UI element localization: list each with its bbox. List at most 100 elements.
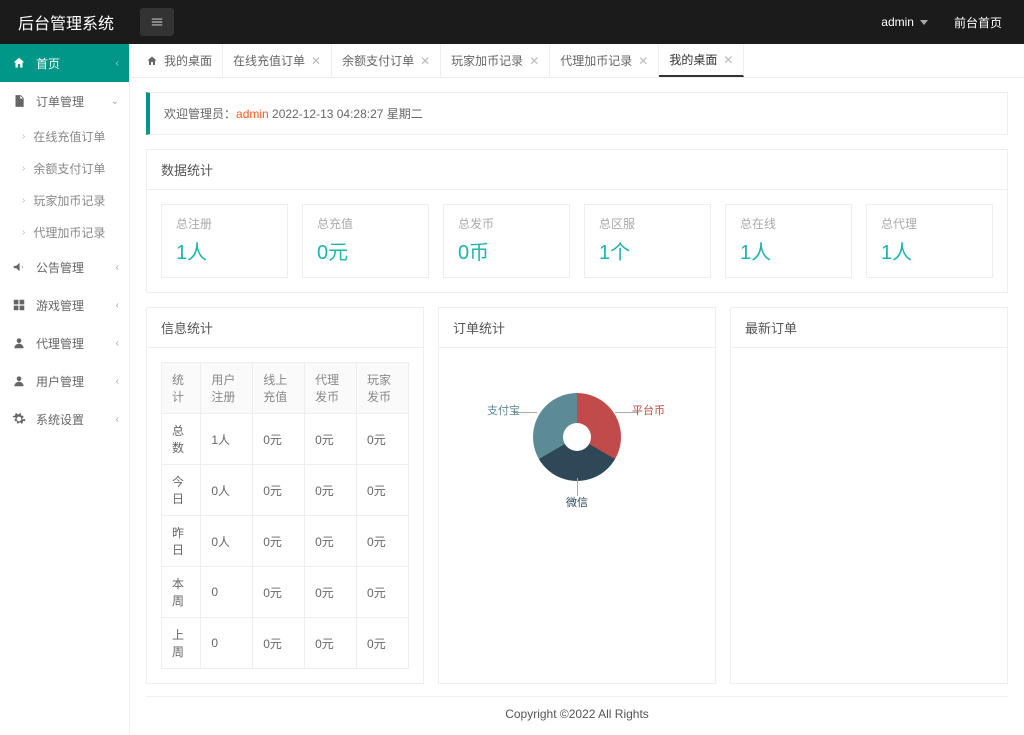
sidebar-item-1[interactable]: 订单管理 ⌄	[0, 82, 129, 120]
main-area: 我的桌面 在线充值订单 ✕ 余额支付订单 ✕ 玩家加币记录 ✕ 代理加币记录 ✕ 我的桌面 ✕ 欢迎…	[130, 44, 1024, 735]
welcome-prefix: 欢迎管理员：	[164, 107, 236, 121]
stat-card-4: 总在线1人	[725, 204, 852, 278]
chevron-left-icon: ‹	[116, 338, 119, 349]
latest-orders-body	[731, 348, 1007, 498]
tab-label: 代理加币记录	[560, 52, 632, 69]
close-icon[interactable]: ✕	[529, 54, 539, 68]
table-cell: 0元	[305, 618, 357, 669]
table-cell: 0元	[305, 414, 357, 465]
table-cell: 0人	[201, 465, 253, 516]
sidebar-item-0[interactable]: 首页 ‹	[0, 44, 129, 82]
sidebar-item-label: 首页	[36, 55, 60, 72]
table-cell: 0元	[357, 618, 409, 669]
user-icon	[12, 374, 26, 388]
sidebar-subitem-label: 在线充值订单	[33, 128, 105, 145]
chevron-left-icon: ‹	[116, 414, 119, 425]
table-cell: 0元	[253, 567, 305, 618]
chevron-right-icon: ›	[22, 163, 25, 174]
sidebar-item-3[interactable]: 游戏管理‹	[0, 286, 129, 324]
tab-3[interactable]: 玩家加币记录 ✕	[441, 44, 550, 77]
table-row: 昨日0人0元0元0元	[162, 516, 409, 567]
stat-cards-row: 总注册1人总充值0元总发币0币总区服1个总在线1人总代理1人	[161, 204, 993, 278]
chevron-left-icon: ‹	[116, 262, 119, 273]
table-cell: 0人	[201, 516, 253, 567]
tab-1[interactable]: 在线充值订单 ✕	[223, 44, 332, 77]
footer-copyright: Copyright ©2022 All Rights	[146, 696, 1008, 727]
sidebar-subitem-1-2[interactable]: ›玩家加币记录	[0, 184, 129, 216]
tab-label: 余额支付订单	[342, 52, 414, 69]
table-cell: 0元	[253, 414, 305, 465]
chevron-right-icon: ›	[22, 227, 25, 238]
tab-0[interactable]: 我的桌面	[136, 44, 223, 77]
stat-value: 1人	[176, 236, 273, 265]
info-stats-title: 信息统计	[147, 308, 423, 348]
tab-label: 玩家加币记录	[451, 52, 523, 69]
tab-4[interactable]: 代理加币记录 ✕	[550, 44, 659, 77]
info-stats-panel: 信息统计 统计用户注册线上充值代理发币玩家发币总数1人0元0元0元今日0人0元0…	[146, 307, 424, 684]
pie-label-platform: 平台币	[632, 402, 665, 418]
table-row: 本周00元0元0元	[162, 567, 409, 618]
user-icon	[12, 336, 26, 350]
sidebar-subitem-label: 玩家加币记录	[33, 192, 105, 209]
table-cell: 0元	[253, 516, 305, 567]
sidebar-subitem-1-1[interactable]: ›余额支付订单	[0, 152, 129, 184]
pie-icon	[533, 393, 621, 481]
close-icon[interactable]: ✕	[311, 54, 321, 68]
stat-card-2: 总发币0币	[443, 204, 570, 278]
sidebar-toggle-button[interactable]	[140, 8, 174, 36]
sidebar-item-label: 订单管理	[36, 93, 84, 110]
sidebar-subitem-1-3[interactable]: ›代理加币记录	[0, 216, 129, 248]
welcome-banner: 欢迎管理员：admin 2022-12-13 04:28:27 星期二	[146, 92, 1008, 135]
stat-card-0: 总注册1人	[161, 204, 288, 278]
table-header-cell: 用户注册	[201, 363, 253, 414]
info-stats-table: 统计用户注册线上充值代理发币玩家发币总数1人0元0元0元今日0人0元0元0元昨日…	[161, 362, 409, 669]
stat-value: 1个	[599, 236, 696, 265]
horn-icon	[12, 260, 26, 274]
caret-down-icon	[920, 20, 928, 25]
sidebar-item-label: 公告管理	[36, 259, 84, 276]
sidebar: 首页‹订单管理⌄›在线充值订单›余额支付订单›玩家加币记录›代理加币记录公告管理…	[0, 44, 130, 735]
close-icon[interactable]: ✕	[638, 54, 648, 68]
stat-label: 总在线	[740, 215, 837, 232]
tab-label: 我的桌面	[669, 51, 717, 68]
close-icon[interactable]: ✕	[420, 54, 430, 68]
table-cell: 昨日	[162, 516, 201, 567]
welcome-datetime: 2022-12-13 04:28:27 星期二	[269, 107, 423, 121]
pie-label-wechat: 微信	[566, 494, 588, 510]
chevron-left-icon: ‹	[116, 58, 119, 69]
latest-orders-title: 最新订单	[731, 308, 1007, 348]
table-cell: 0元	[357, 414, 409, 465]
chevron-down-icon: ⌄	[111, 96, 119, 107]
user-name: admin	[881, 15, 914, 29]
table-row: 今日0人0元0元0元	[162, 465, 409, 516]
table-row: 总数1人0元0元0元	[162, 414, 409, 465]
tab-label: 在线充值订单	[233, 52, 305, 69]
sidebar-item-4[interactable]: 代理管理 ‹	[0, 324, 129, 362]
gear-icon	[12, 412, 26, 426]
table-cell: 0元	[305, 567, 357, 618]
stat-value: 0元	[317, 236, 414, 265]
close-icon[interactable]: ✕	[723, 53, 733, 67]
table-cell: 总数	[162, 414, 201, 465]
front-site-link[interactable]: 前台首页	[954, 14, 1002, 31]
table-cell: 0元	[357, 567, 409, 618]
table-header-cell: 线上充值	[253, 363, 305, 414]
sidebar-item-5[interactable]: 用户管理‹	[0, 362, 129, 400]
table-cell: 0元	[357, 465, 409, 516]
latest-orders-panel: 最新订单	[730, 307, 1008, 684]
tab-label: 我的桌面	[164, 52, 212, 69]
sidebar-item-label: 代理管理	[36, 335, 84, 352]
table-cell: 0	[201, 618, 253, 669]
tab-5[interactable]: 我的桌面 ✕	[659, 44, 744, 77]
sidebar-item-2[interactable]: 公告管理 ‹	[0, 248, 129, 286]
brand-title: 后台管理系统	[0, 10, 130, 34]
tab-2[interactable]: 余额支付订单 ✕	[332, 44, 441, 77]
data-stats-title: 数据统计	[147, 150, 1007, 190]
sidebar-subitem-1-0[interactable]: ›在线充值订单	[0, 120, 129, 152]
user-dropdown[interactable]: admin	[881, 15, 928, 29]
table-cell: 上周	[162, 618, 201, 669]
hamburger-icon	[150, 15, 164, 29]
sidebar-item-6[interactable]: 系统设置‹	[0, 400, 129, 438]
home-icon	[12, 56, 26, 70]
table-header-cell: 统计	[162, 363, 201, 414]
